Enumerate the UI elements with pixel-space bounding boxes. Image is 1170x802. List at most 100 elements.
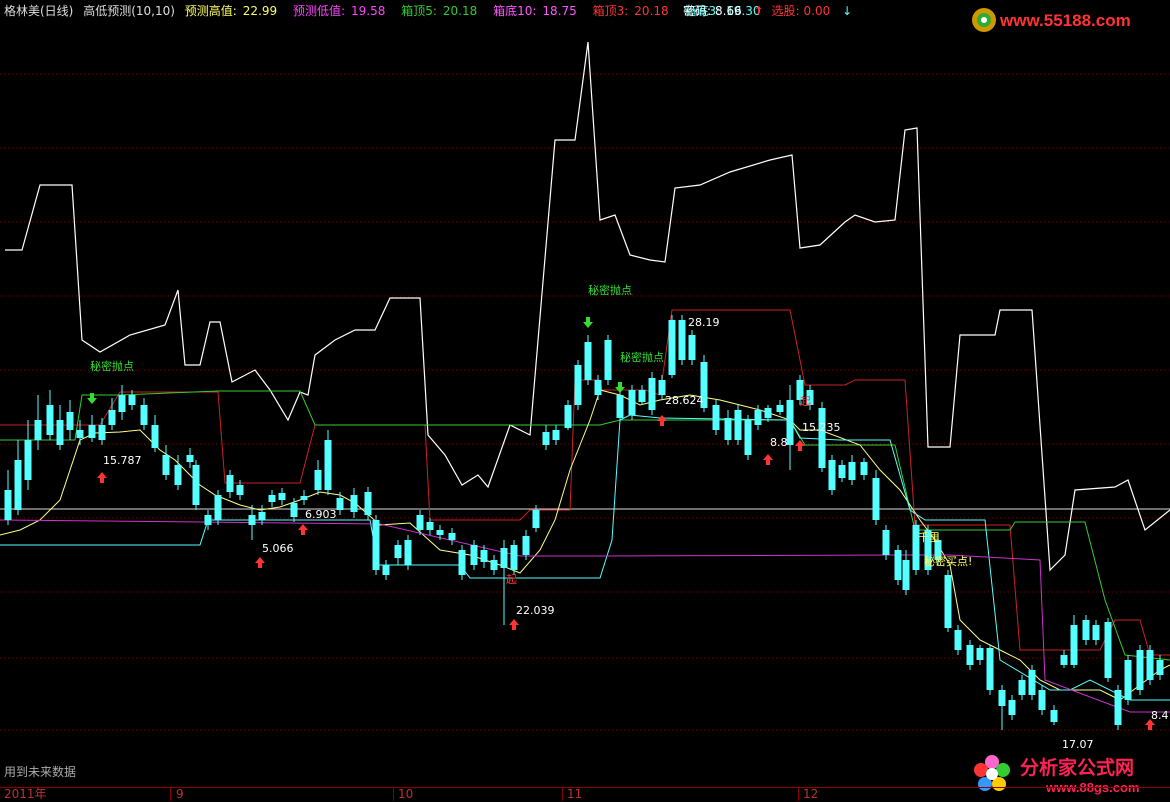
candle-body [76, 430, 84, 438]
candle-body [416, 515, 424, 530]
candle-body [668, 320, 676, 375]
candle-body [394, 545, 402, 558]
candle-body [954, 630, 962, 650]
x-axis-label-sep: 9 [176, 787, 184, 801]
candle-body [500, 548, 508, 568]
candle-body [214, 495, 222, 520]
candle-body [944, 575, 952, 628]
candle-body [248, 515, 256, 525]
candle-body [658, 380, 666, 395]
candle-body [350, 495, 358, 512]
candle-body [872, 478, 880, 520]
candle-body [1082, 620, 1090, 640]
candle-body [786, 400, 794, 445]
candle-body [34, 420, 42, 440]
candle-body [458, 550, 466, 575]
x-axis-tick [562, 787, 563, 801]
candle-body [56, 420, 64, 445]
candle-body [66, 412, 74, 430]
x-axis-label-oct: 10 [398, 787, 414, 801]
candle-body [480, 550, 488, 562]
candle-body [140, 405, 148, 425]
candle-body [894, 550, 902, 580]
candle-body [1060, 655, 1068, 665]
chart-annotation: 28.624 [665, 394, 704, 407]
candle-body [734, 410, 742, 440]
candle-body [1114, 690, 1122, 725]
candle-body [1050, 710, 1058, 722]
chart-annotation: 千里 [918, 531, 940, 544]
candle-body [1018, 680, 1026, 695]
candle-body [1146, 650, 1154, 680]
candle-body [754, 410, 762, 425]
chart-annotation: 秘密抛点 [588, 283, 632, 297]
chart-annotation: 5.066 [262, 542, 294, 555]
x-axis-tick [798, 787, 799, 801]
white-indicator-line [5, 41, 1170, 572]
price-plot[interactable]: 秘密抛点秘密抛点秘密抛点15.7875.0666.90322.03928.192… [0, 0, 1170, 801]
candle-body [638, 390, 646, 402]
candle-body [552, 430, 560, 440]
candle-body [902, 560, 910, 590]
candle-body [1008, 700, 1016, 715]
candle-body [776, 405, 784, 412]
stock-chart[interactable]: 格林美(日线) 高低预测(10,10) 预测高值: 22.99 预测低值: 19.5… [0, 0, 1170, 801]
candle-body [364, 492, 372, 515]
candle-body [314, 470, 322, 490]
up-arrow-icon [763, 454, 773, 465]
up-arrow-icon [509, 619, 519, 630]
candle-body [162, 455, 170, 475]
candle-body [522, 536, 530, 555]
candle-body [1104, 622, 1112, 678]
candle-body [278, 493, 286, 500]
candle-body [574, 365, 582, 405]
candle-body [1092, 625, 1100, 640]
candle-body [998, 690, 1006, 706]
candle-body [118, 395, 126, 412]
candle-body [882, 530, 890, 555]
candle-body [186, 455, 194, 462]
candle-body [290, 503, 298, 517]
chart-annotation: 起 [800, 395, 811, 408]
candle-body [372, 520, 380, 570]
candle-body [382, 565, 390, 575]
candle-body [1136, 650, 1144, 690]
x-axis-tick [393, 787, 394, 801]
chart-annotation: 8.8 [770, 436, 788, 449]
chart-annotation: 22.039 [516, 604, 555, 617]
chart-annotation: 秘密抛点 [620, 350, 664, 364]
down-arrow-icon [583, 317, 593, 328]
watermark-logo-top: www.55188.com [972, 8, 1131, 32]
candle-body [744, 420, 752, 455]
up-arrow-icon [657, 415, 667, 426]
candle-body [1124, 660, 1132, 700]
candle-body [324, 440, 332, 490]
candle-body [490, 560, 498, 570]
x-axis-tick [170, 787, 171, 801]
chart-annotation: 起 [506, 573, 517, 586]
candle-body [1028, 670, 1036, 695]
candle-body [628, 390, 636, 415]
candle-body [678, 320, 686, 360]
chart-annotation: 28.19 [688, 316, 720, 329]
candle-body [564, 405, 572, 428]
chart-annotation: 17.07 [1062, 738, 1094, 751]
chart-annotation: 15.787 [103, 454, 142, 467]
candle-body [426, 522, 434, 530]
chart-annotation: 8.4 [1151, 709, 1169, 722]
up-arrow-icon [298, 524, 308, 535]
candle-body [648, 378, 656, 410]
up-arrow-icon [255, 557, 265, 568]
candle-body [258, 512, 266, 520]
candle-body [436, 530, 444, 535]
candle-body [510, 545, 518, 570]
future-data-note: 用到未来数据 [4, 765, 77, 779]
x-axis-label-nov: 11 [567, 787, 583, 801]
candle-body [128, 395, 136, 405]
candle-body [336, 498, 344, 510]
candle-body [712, 405, 720, 430]
candle-body [236, 485, 244, 495]
magenta-line [0, 519, 1170, 713]
candle-body [1070, 625, 1078, 665]
candle-body [1038, 690, 1046, 710]
